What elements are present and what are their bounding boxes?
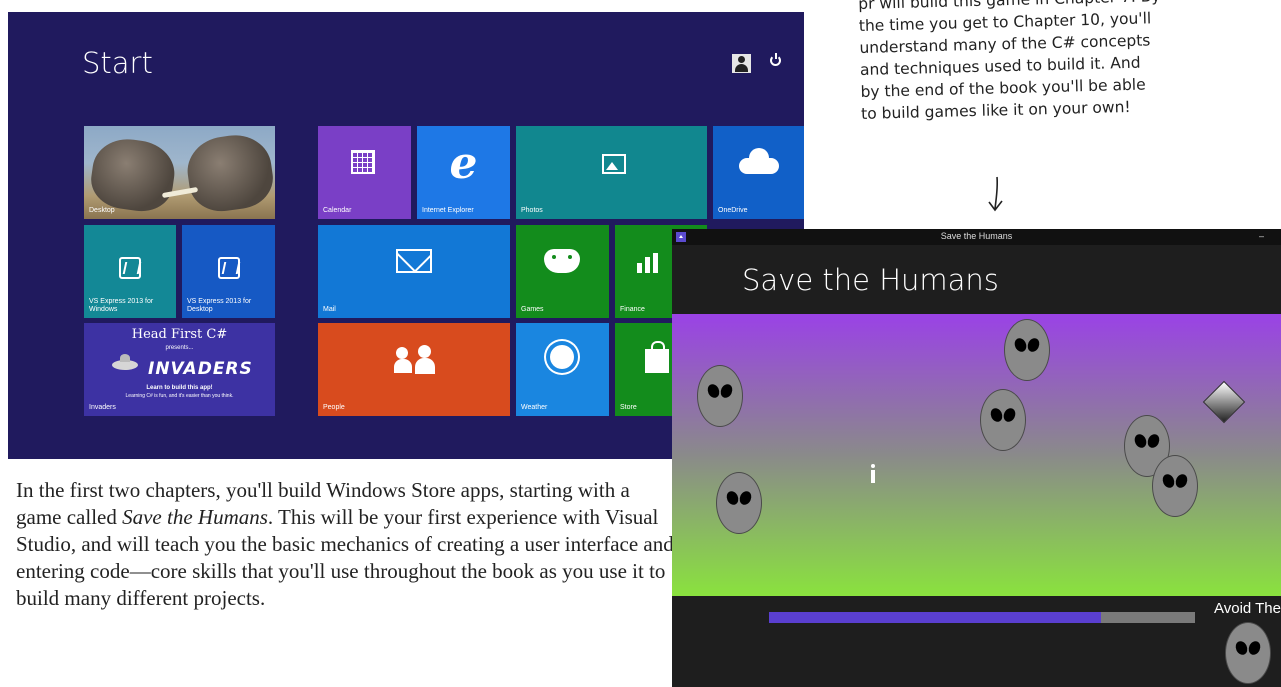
cloud-icon <box>739 148 779 174</box>
visual-studio-icon <box>119 257 141 279</box>
mail-icon <box>396 249 432 273</box>
tile-label: Internet Explorer <box>422 207 474 214</box>
progress-bar <box>769 612 1195 623</box>
target-portal <box>1202 380 1246 424</box>
arrow-down-icon <box>988 176 1003 212</box>
alien-legend-icon <box>1225 622 1271 684</box>
game-heading: Save the Humans <box>742 263 999 297</box>
tile-label: Store <box>620 404 637 411</box>
tile-label: VS Express 2013 for Windows <box>89 298 154 313</box>
window-title: Save the Humans <box>940 231 1013 241</box>
sun-icon <box>550 345 574 369</box>
power-icon[interactable] <box>770 53 781 66</box>
alien-enemy <box>716 472 762 534</box>
finance-chart-icon <box>637 251 677 273</box>
tile-calendar[interactable]: Calendar <box>318 126 411 219</box>
book-paragraph: In the first two chapters, you'll build … <box>16 477 676 612</box>
tile-internet-explorer[interactable]: e Internet Explorer <box>417 126 510 219</box>
visual-studio-icon <box>217 257 240 279</box>
photos-icon <box>602 154 626 174</box>
tile-label: VS Express 2013 for Desktop <box>187 298 252 313</box>
tile-invaders[interactable]: Head First C# presents... INVADERS Learn… <box>84 323 275 416</box>
people-icon <box>394 345 440 375</box>
invaders-learn-text: Learn to build this app! <box>146 385 213 391</box>
tile-vs-express-desktop[interactable]: VS Express 2013 for Desktop <box>182 225 275 318</box>
human-player[interactable] <box>869 464 877 484</box>
play-area[interactable] <box>672 314 1281 596</box>
internet-explorer-icon: e <box>449 138 478 189</box>
progress-fill <box>769 612 1102 623</box>
handwritten-note: pr will build this game in Chapter 7. By… <box>858 0 1281 125</box>
alien-enemy <box>980 389 1026 451</box>
tile-vs-express-windows[interactable]: VS Express 2013 for Windows <box>84 225 176 318</box>
tile-label: Invaders <box>89 404 116 411</box>
save-the-humans-window: Save the Humans – Save the Humans Avoid … <box>672 229 1281 687</box>
tile-label: Mail <box>323 306 336 313</box>
tile-label: Photos <box>521 207 543 214</box>
tile-label: Finance <box>620 306 645 313</box>
tile-weather[interactable]: Weather <box>516 323 609 416</box>
tile-label: Weather <box>521 404 548 411</box>
calendar-icon <box>351 150 375 174</box>
tile-games[interactable]: Games <box>516 225 609 318</box>
tile-onedrive[interactable]: OneDrive <box>713 126 804 219</box>
tile-label: OneDrive <box>718 207 748 214</box>
tile-label: Calendar <box>323 207 352 214</box>
store-bag-icon <box>645 341 669 373</box>
minimize-button[interactable]: – <box>1259 231 1269 241</box>
alien-enemy <box>1152 455 1198 517</box>
invaders-presents: presents... <box>165 345 194 351</box>
avoid-these-label: Avoid These <box>1214 600 1281 617</box>
window-titlebar[interactable]: Save the Humans – <box>672 229 1281 245</box>
start-title: Start <box>82 46 153 80</box>
xbox-controller-icon <box>544 249 580 273</box>
elephant-left-image <box>87 134 179 216</box>
elephant-right-image <box>183 130 275 216</box>
user-avatar-icon[interactable] <box>732 54 751 73</box>
tile-mail[interactable]: Mail <box>318 225 510 318</box>
invaders-title: INVADERS <box>148 359 253 379</box>
tile-people[interactable]: People <box>318 323 510 416</box>
paragraph-game-title: Save the Humans <box>122 505 268 529</box>
invaders-subtitle: Learning C# is fun, and it's easier than… <box>125 393 234 399</box>
ufo-icon <box>112 354 138 370</box>
tile-label: Games <box>521 306 544 313</box>
tile-desktop[interactable]: Desktop <box>84 126 275 219</box>
tile-label: Desktop <box>89 207 115 214</box>
tile-label: People <box>323 404 345 411</box>
invaders-brand: Head First C# <box>131 327 228 342</box>
alien-enemy <box>697 365 743 427</box>
tile-photos[interactable]: Photos <box>516 126 707 219</box>
alien-enemy <box>1004 319 1050 381</box>
